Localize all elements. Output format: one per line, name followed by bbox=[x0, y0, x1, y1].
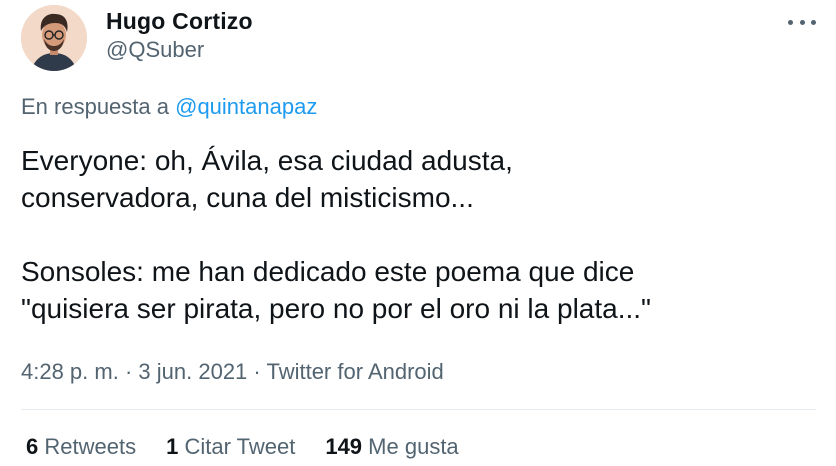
tweet-text-line: Everyone: oh, Ávila, esa ciudad adusta, bbox=[21, 145, 513, 176]
likes-label: Me gusta bbox=[368, 434, 459, 459]
author-handle[interactable]: @QSuber bbox=[106, 36, 253, 64]
tweet-date[interactable]: 3 jun. 2021 bbox=[138, 359, 247, 384]
tweet-text-line: "quisiera ser pirata, pero no por el oro… bbox=[21, 293, 651, 324]
tweet-source[interactable]: Twitter for Android bbox=[266, 359, 443, 384]
tweet-stats: 6 Retweets 1 Citar Tweet 149 Me gusta bbox=[26, 433, 489, 461]
author-block: Hugo Cortizo @QSuber bbox=[106, 8, 253, 64]
reply-context: En respuesta a @quintanapaz bbox=[21, 93, 317, 121]
tweet-text: Everyone: oh, Ávila, esa ciudad adusta, … bbox=[21, 142, 821, 327]
reply-mention-link[interactable]: @quintanapaz bbox=[175, 94, 317, 119]
likes-stat[interactable]: 149 Me gusta bbox=[325, 433, 458, 461]
retweets-count: 6 bbox=[26, 434, 39, 459]
reply-prefix: En respuesta a bbox=[21, 94, 169, 119]
quotes-stat[interactable]: 1 Citar Tweet bbox=[166, 433, 295, 461]
author-display-name[interactable]: Hugo Cortizo bbox=[106, 8, 253, 34]
avatar[interactable] bbox=[21, 5, 87, 71]
meta-separator: · bbox=[124, 359, 133, 384]
meta-separator: · bbox=[253, 359, 261, 384]
more-dot bbox=[788, 19, 793, 25]
more-dot bbox=[811, 19, 816, 25]
tweet-card: Hugo Cortizo @QSuber En respuesta a @qui… bbox=[0, 0, 836, 466]
divider bbox=[21, 409, 816, 410]
quotes-count: 1 bbox=[166, 434, 179, 459]
more-options-icon[interactable] bbox=[788, 14, 816, 30]
tweet-text-line: conservadora, cuna del misticismo... bbox=[21, 182, 474, 213]
tweet-time[interactable]: 4:28 p. m. bbox=[21, 359, 119, 384]
avatar-illustration bbox=[21, 5, 87, 71]
quotes-label: Citar Tweet bbox=[184, 434, 296, 459]
tweet-meta: 4:28 p. m. · 3 jun. 2021 · Twitter for A… bbox=[21, 358, 444, 386]
tweet-text-line: Sonsoles: me han dedicado este poema que… bbox=[21, 256, 635, 287]
likes-count: 149 bbox=[325, 434, 363, 459]
more-dot bbox=[799, 19, 805, 25]
retweets-stat[interactable]: 6 Retweets bbox=[26, 433, 136, 461]
retweets-label: Retweets bbox=[44, 434, 137, 459]
